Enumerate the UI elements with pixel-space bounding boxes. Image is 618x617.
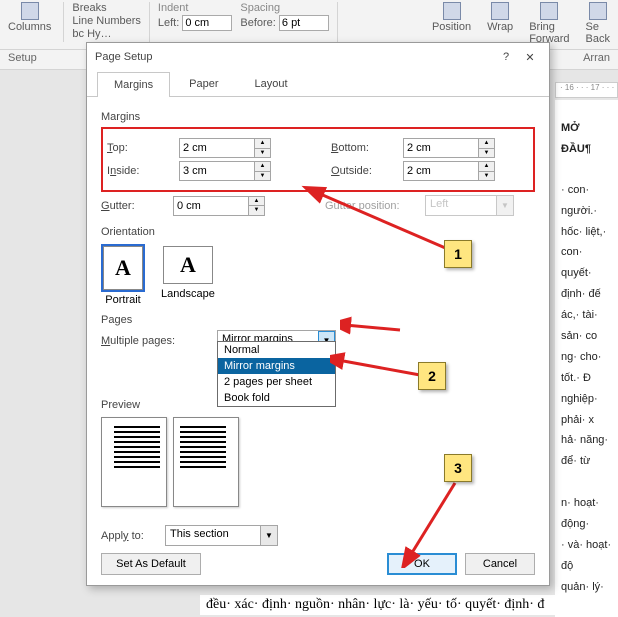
dialog-titlebar: Page Setup ? ✕ [87,43,549,71]
outside-label: Outside: [331,165,403,177]
send-back-button[interactable]: Se Back [582,2,614,47]
gutter-position-combo: Left ▼ [425,195,514,216]
top-spinner[interactable]: ▲▼ [179,138,271,158]
callout-3: 3 [444,454,472,482]
ruler: · 16 · · · 17 · · · [555,82,618,98]
close-button[interactable]: ✕ [519,46,541,68]
ok-button[interactable]: OK [387,553,457,575]
orientation-landscape[interactable]: A Landscape [159,244,217,308]
bottom-input[interactable] [403,138,479,158]
gutter-spinner[interactable]: ▲▼ [173,196,265,216]
indent-left-input[interactable] [182,15,232,31]
bring-forward-button[interactable]: Bring Forward [525,2,573,47]
position-button[interactable]: Position [428,2,475,47]
option-normal[interactable]: Normal [218,342,335,358]
option-2-pages[interactable]: 2 pages per sheet [218,374,335,390]
document-body: MỞ ĐẦU¶ · con· người.· hốc· liệt,· con· … [555,100,618,617]
multiple-pages-dropdown[interactable]: Normal Mirror margins 2 pages per sheet … [217,341,336,407]
preview-page-left [101,417,167,507]
orientation-section-label: Orientation [101,226,535,238]
inside-spinner[interactable]: ▲▼ [179,161,271,181]
gutter-position-label: Gutter position: [325,200,425,212]
option-mirror-margins[interactable]: Mirror margins [218,358,335,374]
orientation-portrait[interactable]: A Portrait [101,244,145,308]
columns-button[interactable]: Columns [4,2,55,47]
inside-input[interactable] [179,161,255,181]
apply-to-combo[interactable]: This section ▼ [165,525,278,546]
pages-section-label: Pages [101,314,535,326]
outside-spinner[interactable]: ▲▼ [403,161,495,181]
dialog-tabs: Margins Paper Layout [87,71,549,97]
preview-page-right [173,417,239,507]
bottom-label: Bottom: [331,142,403,154]
set-as-default-button[interactable]: Set As Default [101,553,201,575]
page-setup-dialog: Page Setup ? ✕ Margins Paper Layout Marg… [86,42,550,586]
gutter-label: Gutter: [101,200,173,212]
margins-section-label: Margins [101,111,535,123]
indent-group: Indent Left: [158,2,232,47]
doc-footer-line: đều· xác· định· nguồn· nhân· lực· là· yế… [200,595,618,615]
apply-to-label: Apply to: [101,530,165,542]
cancel-button[interactable]: Cancel [465,553,535,575]
tab-layout[interactable]: Layout [237,71,304,96]
multiple-pages-label: Multiple pages: [101,335,217,347]
inside-label: Inside: [107,165,179,177]
doc-heading: MỞ ĐẦU¶ [561,118,612,160]
callout-1: 1 [444,240,472,268]
spin-down-icon[interactable]: ▼ [255,149,270,158]
gutter-input[interactable] [173,196,249,216]
spacing-before-input[interactable] [279,15,329,31]
top-input[interactable] [179,138,255,158]
chevron-down-icon: ▼ [496,196,513,215]
callout-2: 2 [418,362,446,390]
tab-margins[interactable]: Margins [97,72,170,97]
top-label: Top: [107,142,179,154]
dialog-title: Page Setup [95,51,493,63]
tab-paper[interactable]: Paper [172,71,235,96]
spacing-group: Spacing Before: [240,2,329,47]
outside-input[interactable] [403,161,479,181]
breaks-group[interactable]: Breaks Line Numbers bc Hy… [72,2,140,47]
margins-highlight-box: Top: ▲▼ Bottom: ▲▼ Inside: ▲▼ [101,127,535,192]
spin-up-icon[interactable]: ▲ [255,139,270,149]
option-book-fold[interactable]: Book fold [218,390,335,406]
wrap-button[interactable]: Wrap [483,2,517,47]
help-button[interactable]: ? [495,46,517,68]
chevron-down-icon[interactable]: ▼ [260,526,277,545]
bottom-spinner[interactable]: ▲▼ [403,138,495,158]
